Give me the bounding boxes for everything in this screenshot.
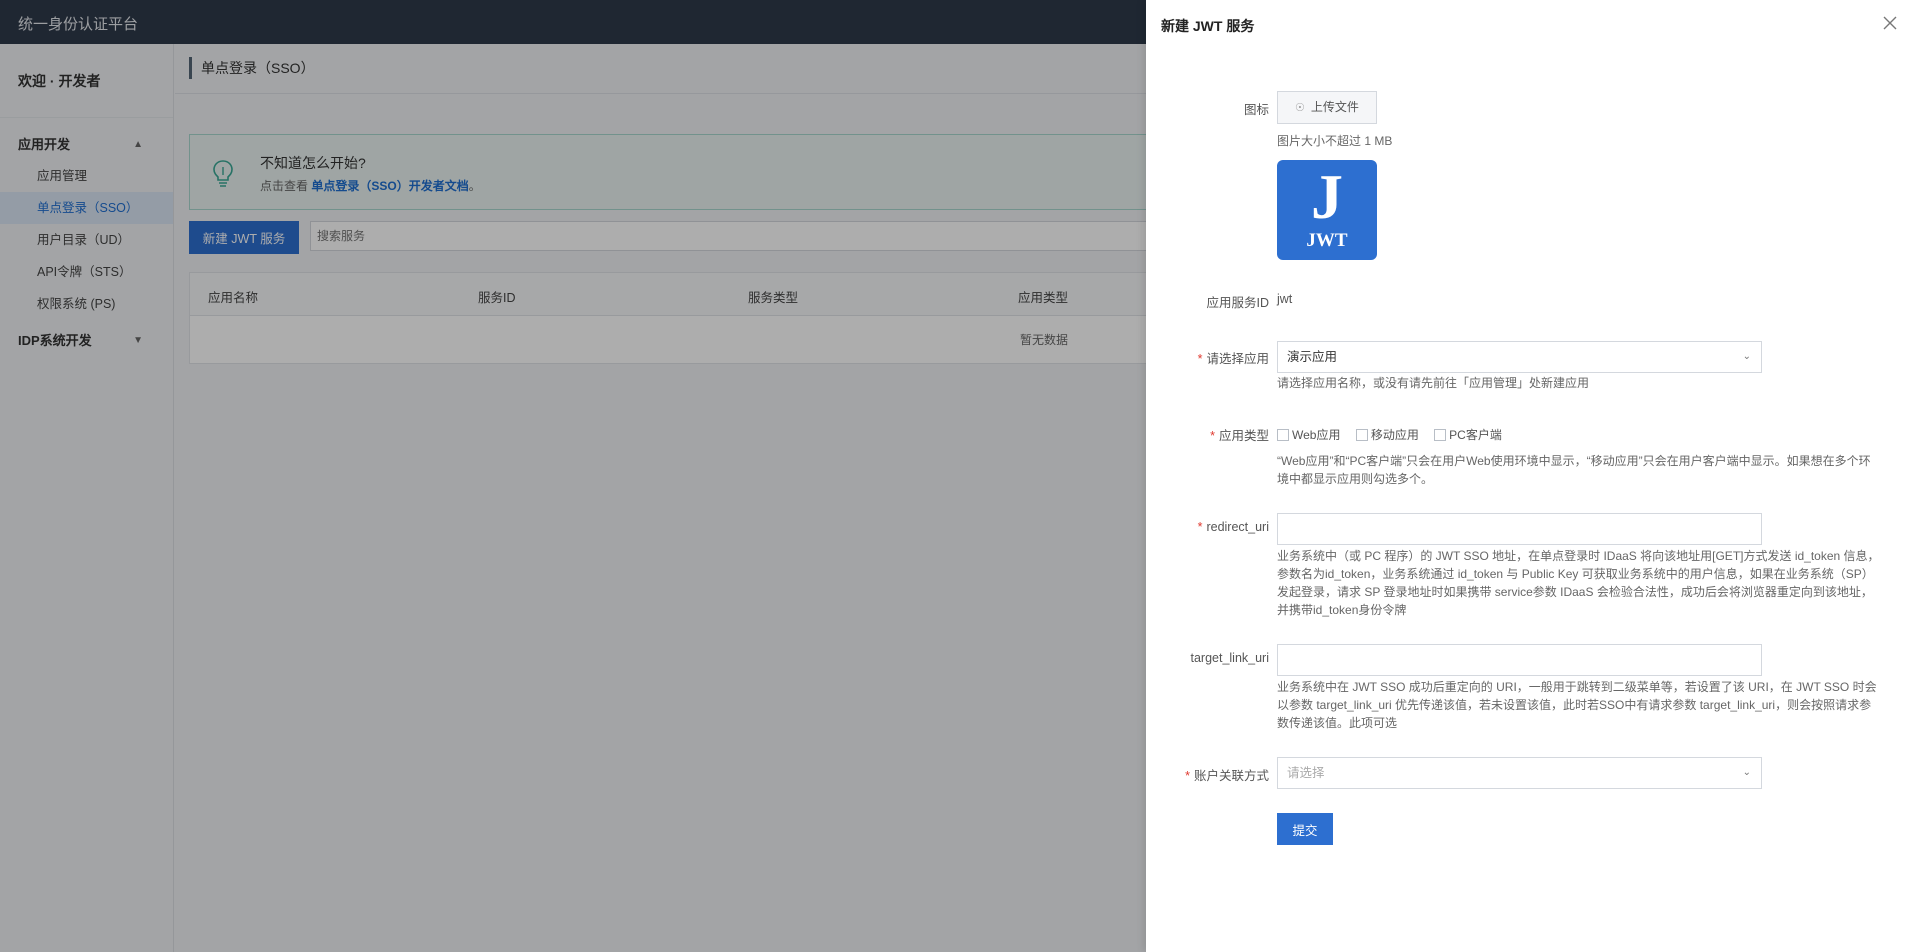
target-link-uri-input[interactable] bbox=[1277, 644, 1762, 676]
close-icon[interactable] bbox=[1881, 14, 1899, 32]
checkbox-label: 移动应用 bbox=[1370, 428, 1419, 442]
logo-letter: J bbox=[1311, 161, 1343, 232]
app-select-label-text: 请选择应用 bbox=[1206, 352, 1269, 366]
icon-label: 图标 bbox=[1243, 103, 1269, 117]
app-select-hint: 请选择应用名称，或没有请先前往「应用管理」处新建应用 bbox=[1277, 376, 1590, 390]
service-id-value: jwt bbox=[1277, 292, 1293, 306]
redirect-uri-input[interactable] bbox=[1277, 513, 1762, 545]
submit-button[interactable]: 提交 bbox=[1277, 813, 1333, 845]
checkbox-label: PC客户端 bbox=[1449, 428, 1502, 442]
required-mark: * bbox=[1210, 429, 1215, 443]
target-link-uri-label: target_link_uri bbox=[1190, 651, 1269, 665]
logo-text: JWT bbox=[1306, 230, 1348, 251]
checkbox[interactable] bbox=[1277, 429, 1289, 441]
app-select[interactable]: 演示应用 ⌄ bbox=[1277, 341, 1762, 373]
drawer-title: 新建 JWT 服务 bbox=[1161, 18, 1255, 34]
chevron-down-icon: ⌄ bbox=[1742, 767, 1751, 778]
chevron-down-icon: ⌄ bbox=[1742, 351, 1751, 362]
required-mark: * bbox=[1197, 352, 1203, 366]
app-type-hint: “Web应用”和“PC客户端”只会在用户Web使用环境中显示，“移动应用”只会在… bbox=[1277, 454, 1871, 486]
app-type-checkboxes: Web应用 移动应用 PC客户端 bbox=[1277, 426, 1514, 443]
account-link-select[interactable]: 请选择 ⌄ bbox=[1277, 757, 1762, 789]
checkbox-web-app[interactable]: Web应用 bbox=[1277, 428, 1340, 442]
upload-hint: 图片大小不超过 1 MB bbox=[1277, 134, 1393, 148]
account-link-label-text: 账户关联方式 bbox=[1193, 769, 1269, 783]
jwt-logo-image: J JWT bbox=[1277, 160, 1377, 260]
service-id-label: 应用服务ID bbox=[1206, 296, 1269, 310]
checkbox-mobile-app[interactable]: 移动应用 bbox=[1355, 428, 1419, 442]
redirect-uri-label: * redirect_uri bbox=[1198, 520, 1269, 534]
account-link-placeholder: 请选择 bbox=[1287, 766, 1325, 780]
app-type-label-text: 应用类型 bbox=[1218, 429, 1269, 443]
checkbox[interactable] bbox=[1434, 429, 1447, 441]
checkbox-label: Web应用 bbox=[1292, 428, 1341, 442]
checkbox[interactable] bbox=[1355, 429, 1368, 441]
redirect-uri-label-text: redirect_uri bbox=[1206, 520, 1269, 534]
app-type-label: * 应用类型 bbox=[1210, 425, 1269, 444]
new-jwt-service-drawer: 新建 JWT 服务 图标 ☉ 上传文件 图片大小不超过 1 MB J JWT 应用… bbox=[1146, 0, 1909, 952]
upload-button[interactable]: ☉ 上传文件 bbox=[1277, 91, 1377, 124]
app-select-label: * 请选择应用 bbox=[1198, 348, 1269, 367]
redirect-uri-hint: 业务系统中（或 PC 程序）的 JWT SSO 地址，在单点登录时 IDaaS … bbox=[1277, 549, 1880, 617]
checkbox-pc-client[interactable]: PC客户端 bbox=[1434, 428, 1502, 442]
required-mark: * bbox=[1185, 769, 1190, 783]
eye-icon: ☉ bbox=[1295, 102, 1305, 114]
account-link-label: * 账户关联方式 bbox=[1185, 765, 1269, 784]
target-link-uri-hint: 业务系统中在 JWT SSO 成功后重定向的 URI，一般用于跳转到二级菜单等，… bbox=[1277, 680, 1877, 730]
upload-label: 上传文件 bbox=[1310, 100, 1359, 114]
required-mark: * bbox=[1197, 520, 1203, 534]
app-select-value: 演示应用 bbox=[1287, 350, 1338, 364]
